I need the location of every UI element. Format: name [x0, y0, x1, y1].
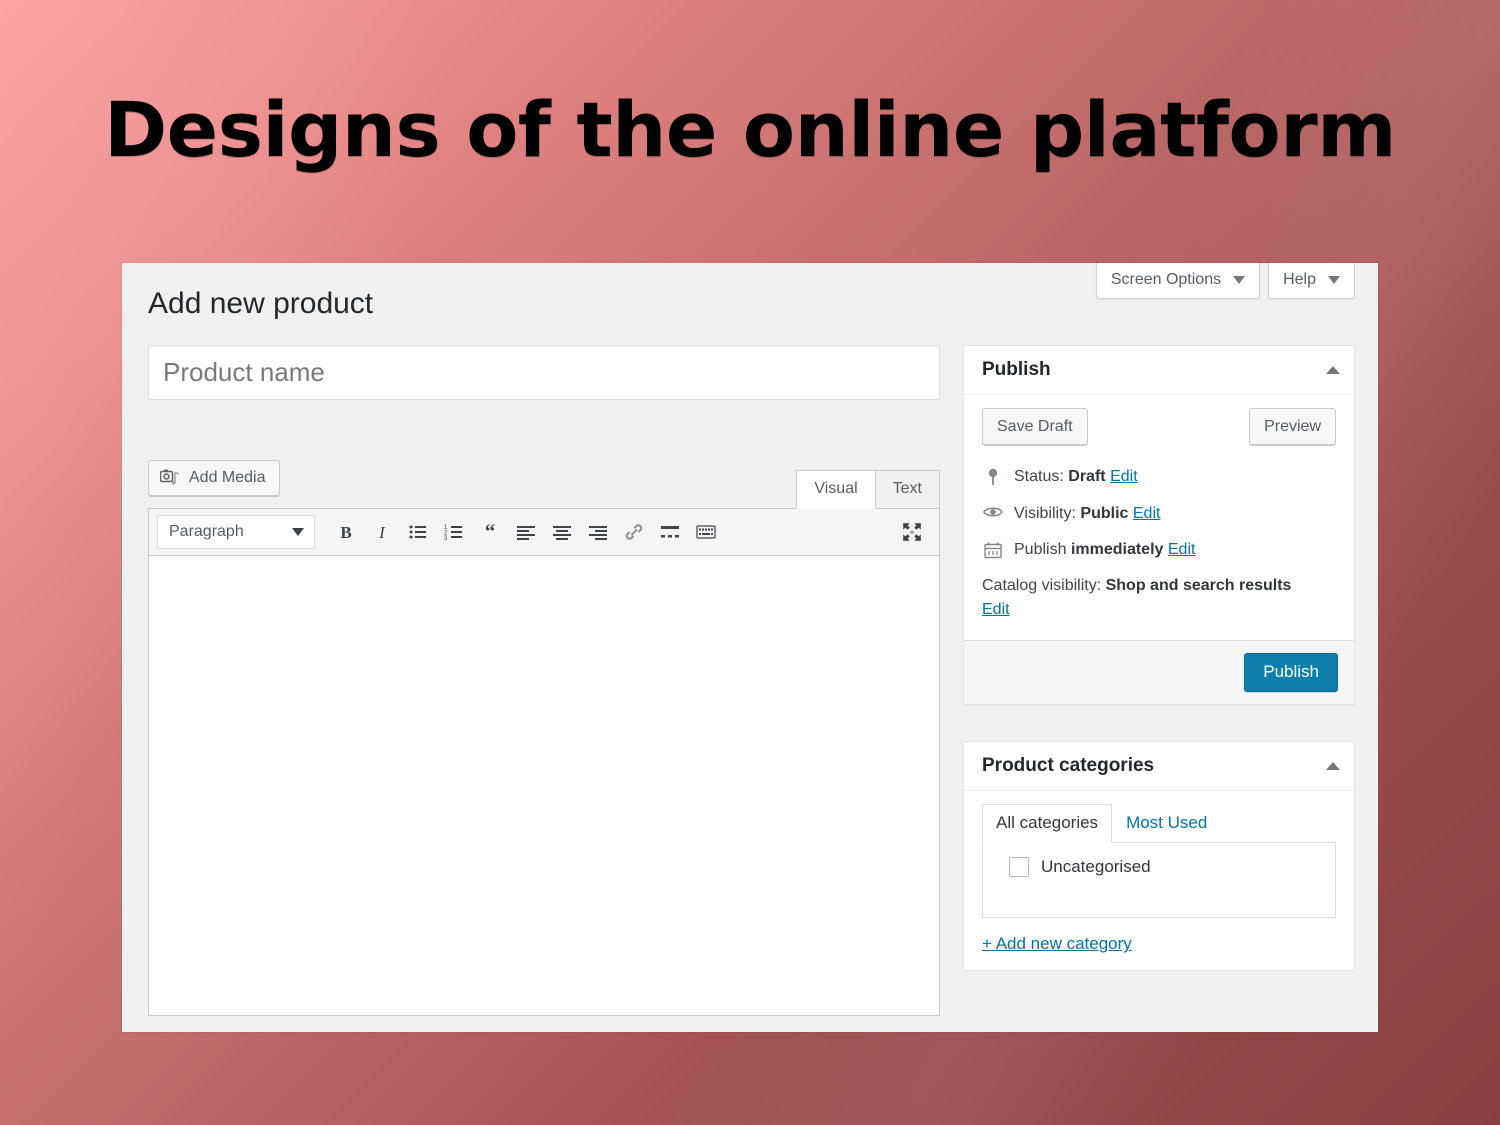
major-publishing-actions: Publish [964, 640, 1354, 705]
list-item: Uncategorised [995, 857, 1323, 878]
tab-most-used-label: Most Used [1126, 813, 1208, 833]
schedule-edit-link[interactable]: Edit [1168, 541, 1196, 558]
product-categories-header[interactable]: Product categories [964, 742, 1354, 792]
status-edit-link[interactable]: Edit [1110, 468, 1138, 485]
save-draft-button[interactable]: Save Draft [982, 408, 1088, 446]
italic-icon[interactable]: I [365, 515, 399, 549]
eye-icon [982, 503, 1004, 519]
read-more-icon[interactable] [653, 515, 687, 549]
chevron-down-icon [1328, 276, 1340, 284]
status-label: Status: [1014, 468, 1064, 486]
editor-column: Add Media Visual Text Paragraph [148, 345, 940, 1016]
align-left-icon[interactable] [509, 515, 543, 549]
editor-content-area[interactable] [148, 556, 940, 1016]
catalog-visibility-row: Catalog visibility: Shop and search resu… [982, 568, 1336, 624]
publish-metabox-title: Publish [982, 359, 1051, 380]
align-center-icon[interactable] [545, 515, 579, 549]
numbered-list-icon[interactable]: 1 2 3 [437, 515, 471, 549]
bold-icon[interactable]: B [329, 515, 363, 549]
screen-options-label: Screen Options [1110, 271, 1222, 288]
add-new-category-link[interactable]: + Add new category [982, 934, 1132, 954]
visibility-value: Public [1080, 504, 1129, 522]
format-select-value: Paragraph [169, 523, 244, 540]
schedule-row: Publish immediately Edit [982, 532, 1336, 568]
svg-text:“: “ [485, 522, 496, 542]
tab-visual-label: Visual [814, 480, 858, 497]
schedule-text: Publish immediately Edit [1014, 539, 1195, 561]
align-right-icon[interactable] [581, 515, 615, 549]
status-value: Draft [1068, 468, 1106, 486]
preview-button[interactable]: Preview [1249, 408, 1336, 446]
editor-top-bar: Add Media Visual Text [148, 460, 940, 509]
chevron-down-icon [1233, 276, 1246, 284]
sidebar-column: Publish Save Draft Preview Status: Draft… [963, 345, 1355, 1007]
slide-title: Designs of the online platform [104, 85, 1396, 174]
publish-button-label: Publish [1263, 662, 1319, 682]
category-checkbox-uncategorised[interactable] [1009, 857, 1029, 878]
product-categories-title: Product categories [982, 755, 1155, 777]
screen-options-button[interactable]: Screen Options [1095, 263, 1261, 299]
content-editor: Add Media Visual Text Paragraph B I 1 2 … [148, 460, 940, 1016]
save-draft-label: Save Draft [997, 418, 1073, 435]
link-icon[interactable] [617, 515, 651, 549]
product-categories-body: All categories Most Used Uncategorised +… [964, 791, 1354, 970]
tab-most-used[interactable]: Most Used [1112, 804, 1221, 843]
schedule-label: Publish [1014, 540, 1067, 558]
help-button[interactable]: Help [1268, 263, 1355, 299]
chevron-up-icon[interactable] [1326, 762, 1340, 771]
editor-mode-tabs: Visual Text [796, 470, 940, 509]
catalog-visibility-edit-link[interactable]: Edit [982, 601, 1010, 618]
bulleted-list-icon[interactable] [401, 515, 435, 549]
chevron-down-icon [292, 528, 304, 536]
minor-publishing-actions: Save Draft Preview [982, 408, 1336, 446]
visibility-text: Visibility: Public Edit [1014, 503, 1160, 525]
toolbar-toggle-icon[interactable] [689, 515, 723, 549]
svg-text:B: B [340, 523, 351, 542]
media-icon [160, 469, 180, 485]
add-media-button[interactable]: Add Media [148, 460, 280, 496]
schedule-value: immediately [1070, 540, 1164, 558]
publish-metabox-header[interactable]: Publish [964, 346, 1354, 395]
tab-text[interactable]: Text [874, 470, 940, 509]
visibility-row: Visibility: Public Edit [982, 496, 1336, 532]
visibility-label: Visibility: [1014, 504, 1076, 522]
tab-all-categories-label: All categories [996, 813, 1099, 833]
product-categories-metabox: Product categories All categories Most U… [963, 741, 1355, 972]
editor-toolbar: Paragraph B I 1 2 3 “ [148, 508, 940, 556]
tab-all-categories[interactable]: All categories [982, 804, 1113, 844]
svg-text:3: 3 [444, 536, 448, 542]
product-name-input[interactable] [148, 345, 940, 400]
publish-metabox-body: Save Draft Preview Status: Draft Edit Vi… [964, 395, 1354, 640]
category-checklist: Uncategorised [982, 842, 1336, 919]
svg-text:I: I [378, 523, 386, 542]
category-tabs: All categories Most Used [982, 804, 1336, 844]
status-text: Status: Draft Edit [1014, 466, 1138, 488]
add-media-label: Add Media [189, 469, 266, 486]
blockquote-icon[interactable]: “ [473, 515, 507, 549]
pin-icon [982, 466, 1004, 486]
visibility-edit-link[interactable]: Edit [1133, 505, 1161, 522]
catalog-visibility-label: Catalog visibility: [982, 577, 1102, 595]
page-title: Add new product [148, 287, 374, 320]
status-row: Status: Draft Edit [982, 459, 1336, 495]
screen-meta-links: Screen Options Help [1095, 263, 1355, 299]
calendar-icon [982, 539, 1004, 559]
wordpress-admin-screenshot: Screen Options Help Add new product Prod… [122, 263, 1378, 1032]
publish-metabox: Publish Save Draft Preview Status: Draft… [963, 345, 1355, 706]
help-label: Help [1283, 271, 1316, 288]
preview-label: Preview [1264, 418, 1321, 435]
fullscreen-icon[interactable] [895, 515, 929, 549]
catalog-visibility-value: Shop and search results [1105, 577, 1292, 595]
format-select[interactable]: Paragraph [157, 515, 315, 549]
tab-visual[interactable]: Visual [796, 470, 876, 509]
publish-button[interactable]: Publish [1244, 653, 1338, 693]
tab-text-label: Text [892, 480, 922, 497]
chevron-up-icon[interactable] [1326, 366, 1340, 374]
category-label: Uncategorised [1041, 857, 1151, 877]
